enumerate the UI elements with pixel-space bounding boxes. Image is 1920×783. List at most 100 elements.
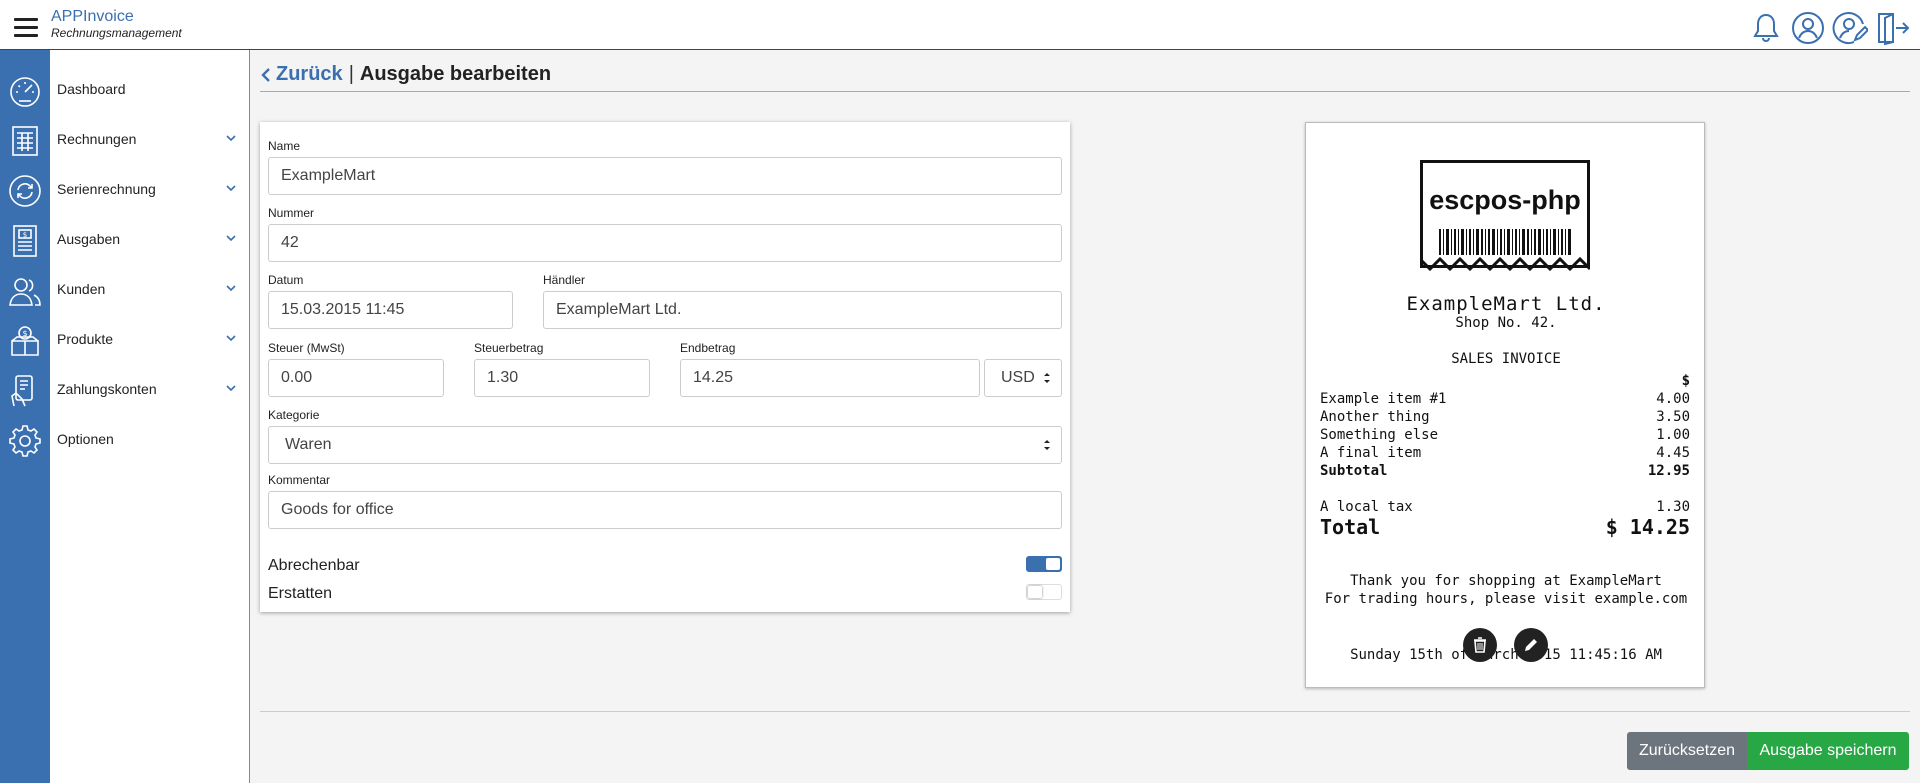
receipt-hours: For trading hours, please visit example.… — [1324, 591, 1688, 607]
receipt-heading: SALES INVOICE — [1451, 351, 1561, 367]
sidebar-item-produkte[interactable]: Produkte — [50, 319, 249, 359]
select-arrows-icon — [1044, 373, 1050, 383]
sidebar-item-label: Dashboard — [57, 81, 126, 97]
date-input[interactable]: 15.03.2015 11:45 — [268, 291, 513, 329]
top-bar: APPInvoice Rechnungsmanagement — [0, 0, 1920, 50]
category-select[interactable]: Waren — [268, 426, 1062, 464]
receipt-image: escpos-php ExampleMart Ltd. Shop No. 42.… — [1305, 122, 1705, 688]
back-link[interactable]: Zurück — [260, 63, 343, 86]
pencil-icon — [1525, 639, 1537, 651]
comment-input[interactable]: Goods for office — [268, 491, 1062, 529]
payment-card-icon[interactable] — [7, 373, 43, 409]
merchant-input[interactable]: ExampleMart Ltd. — [543, 291, 1062, 329]
sidebar-item-label: Zahlungskonten — [57, 381, 157, 397]
edit-image-button[interactable] — [1514, 628, 1548, 662]
sidebar-item-optionen[interactable]: Optionen — [50, 419, 249, 459]
receipt-store: ExampleMart Ltd. — [1406, 293, 1606, 315]
expense-document-icon[interactable]: $ — [7, 223, 43, 259]
logout-icon[interactable] — [1874, 10, 1910, 46]
sidebar-nav: Dashboard Rechnungen Serienrechnung Ausg… — [50, 50, 250, 783]
chevron-down-icon — [226, 335, 236, 342]
receipt-date: Sunday 15th of March 2015 11:45:16 AM — [1350, 647, 1662, 663]
name-input[interactable]: ExampleMart — [268, 157, 1062, 195]
chevron-down-icon — [226, 135, 236, 142]
receipt-logo-text: escpos-php — [1429, 185, 1581, 215]
sidebar-item-label: Kunden — [57, 281, 106, 297]
sidebar-item-rechnungen[interactable]: Rechnungen — [50, 119, 249, 159]
select-arrows-icon — [1044, 440, 1050, 450]
sidebar-item-label: Produkte — [57, 331, 114, 347]
receipt-tax: A local tax 1.30 — [1320, 499, 1690, 515]
comment-label: Kommentar — [268, 473, 331, 487]
recurring-arrows-icon[interactable] — [7, 173, 43, 209]
invoice-sheet-icon[interactable] — [7, 123, 43, 159]
tax-input[interactable]: 0.00 — [268, 359, 444, 397]
receipt-item: Example item #1 4.00 — [1320, 391, 1690, 407]
billable-toggle[interactable] — [1026, 556, 1062, 572]
total-input[interactable]: 14.25 — [680, 359, 980, 397]
sidebar-item-label: Optionen — [57, 431, 114, 447]
chevron-down-icon — [226, 385, 236, 392]
merchant-label: Händler — [543, 273, 586, 287]
sidebar-item-serienrechnung[interactable]: Serienrechnung — [50, 169, 249, 209]
receipt-thanks: Thank you for shopping at ExampleMart — [1350, 573, 1662, 589]
tax-amount-label: Steuerbetrag — [474, 341, 544, 355]
receipt-shop: Shop No. 42. — [1455, 315, 1557, 331]
billable-label: Abrechenbar — [268, 557, 360, 574]
name-label: Name — [268, 139, 301, 153]
customers-icon[interactable] — [7, 273, 43, 309]
gear-icon[interactable] — [7, 423, 43, 459]
user-icon[interactable] — [1790, 10, 1826, 46]
title-separator: | — [348, 63, 354, 85]
tax-label: Steuer (MwSt) — [268, 341, 345, 355]
sidebar-item-label: Rechnungen — [57, 131, 137, 147]
footer-divider — [260, 711, 1910, 712]
receipt-logo: escpos-php — [1420, 160, 1590, 271]
app-title: APPInvoice — [51, 8, 134, 25]
chevron-down-icon — [226, 185, 236, 192]
reimburse-toggle[interactable] — [1026, 584, 1062, 600]
page-title: Ausgabe bearbeiten — [359, 63, 552, 85]
date-label: Datum — [268, 273, 304, 287]
trash-icon — [1474, 637, 1486, 653]
currency-value: USD — [1001, 369, 1035, 386]
chevron-down-icon — [226, 285, 236, 292]
sidebar-icon-rail: $ $ — [0, 50, 50, 783]
reimburse-label: Erstatten — [268, 585, 333, 602]
speedometer-icon[interactable] — [7, 73, 43, 109]
chevron-down-icon — [226, 235, 236, 242]
receipt-currency: $ — [1681, 373, 1690, 389]
barcode-icon — [1439, 229, 1571, 255]
expense-form: Name ExampleMart Nummer 42 Datum 15.03.2… — [260, 122, 1070, 612]
product-box-icon[interactable]: $ — [7, 323, 43, 359]
svg-text:$: $ — [23, 231, 27, 239]
receipt-item: Something else 1.00 — [1320, 427, 1690, 443]
currency-select[interactable]: USD — [984, 359, 1062, 397]
page-header: Zurück | Ausgabe bearbeiten — [260, 58, 1910, 92]
app-subtitle: Rechnungsmanagement — [51, 26, 182, 40]
back-link-label: Zurück — [276, 63, 343, 85]
bell-icon[interactable] — [1748, 10, 1784, 46]
number-input[interactable]: 42 — [268, 224, 1062, 262]
user-edit-icon[interactable] — [1832, 10, 1870, 46]
tax-amount-input[interactable]: 1.30 — [474, 359, 650, 397]
brand[interactable]: APPInvoice Rechnungsmanagement — [51, 7, 182, 41]
category-label: Kategorie — [268, 408, 320, 422]
total-label: Endbetrag — [680, 341, 736, 355]
sidebar-item-label: Ausgaben — [57, 231, 121, 247]
receipt-subtotal: Subtotal 12.95 — [1320, 463, 1690, 479]
sidebar-item-ausgaben[interactable]: Ausgaben — [50, 219, 249, 259]
receipt-logo-zigzag — [1420, 257, 1590, 271]
chevron-left-icon — [261, 67, 270, 82]
receipt-item: A final item 4.45 — [1320, 445, 1690, 461]
sidebar-item-zahlungskonten[interactable]: Zahlungskonten — [50, 369, 249, 409]
save-expense-button[interactable]: Ausgabe speichern — [1747, 732, 1909, 770]
sidebar-item-kunden[interactable]: Kunden — [50, 269, 249, 309]
sidebar-item-dashboard[interactable]: Dashboard — [50, 69, 249, 109]
category-value: Waren — [285, 436, 332, 453]
header-actions — [1748, 10, 1910, 46]
number-label: Nummer — [268, 206, 315, 220]
delete-image-button[interactable] — [1463, 628, 1497, 662]
hamburger-menu-icon[interactable] — [14, 18, 38, 38]
reset-button[interactable]: Zurücksetzen — [1627, 732, 1747, 770]
